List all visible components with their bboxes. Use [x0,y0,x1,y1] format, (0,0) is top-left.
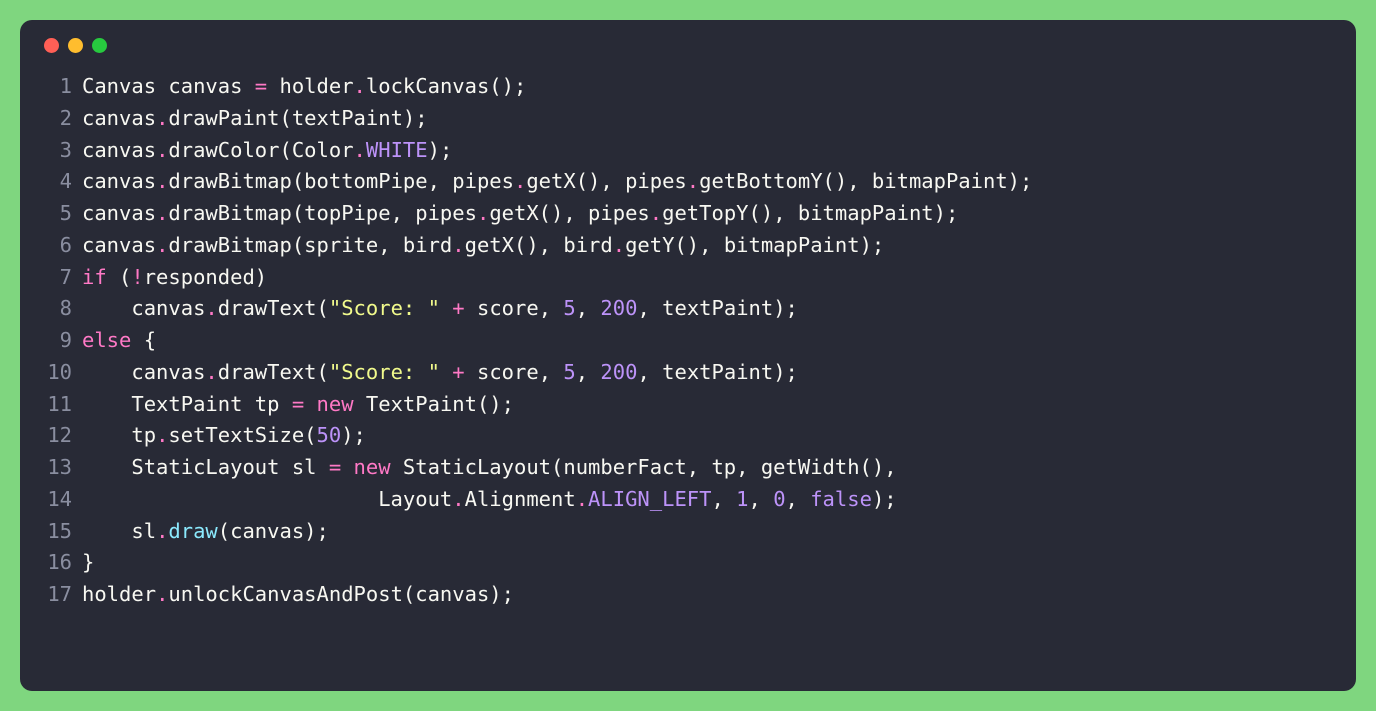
line-content: if (!responded) [82,262,267,294]
line-content: TextPaint tp = new TextPaint(); [82,389,514,421]
line-number: 17 [44,579,72,611]
line-number: 14 [44,484,72,516]
line-number: 8 [44,293,72,325]
line-number: 10 [44,357,72,389]
code-line: 7 if (!responded) [44,262,1332,294]
line-number: 1 [44,71,72,103]
line-content: } [82,547,94,579]
code-line: 15 sl.draw(canvas); [44,516,1332,548]
line-content: canvas.drawPaint(textPaint); [82,103,428,135]
code-editor: 1 Canvas canvas = holder.lockCanvas(); 2 ca… [44,71,1332,611]
line-number: 16 [44,547,72,579]
code-line: 11 TextPaint tp = new TextPaint(); [44,389,1332,421]
close-icon[interactable] [44,38,59,53]
line-number: 12 [44,420,72,452]
window-titlebar [44,38,1332,53]
line-content: canvas.drawBitmap(sprite, bird.getX(), b… [82,230,884,262]
line-content: StaticLayout sl = new StaticLayout(numbe… [82,452,897,484]
line-content: tp.setTextSize(50); [82,420,366,452]
line-content: Canvas canvas = holder.lockCanvas(); [82,71,526,103]
line-content: canvas.drawBitmap(bottomPipe, pipes.getX… [82,166,1032,198]
code-line: 3 canvas.drawColor(Color.WHITE); [44,135,1332,167]
line-number: 7 [44,262,72,294]
code-window: 1 Canvas canvas = holder.lockCanvas(); 2 ca… [20,20,1356,691]
line-content: canvas.drawText("Score: " + score, 5, 20… [82,293,798,325]
line-content: sl.draw(canvas); [82,516,329,548]
line-number: 4 [44,166,72,198]
code-line: 1 Canvas canvas = holder.lockCanvas(); [44,71,1332,103]
code-line: 4 canvas.drawBitmap(bottomPipe, pipes.get… [44,166,1332,198]
code-line: 10 canvas.drawText("Score: " + score, 5,… [44,357,1332,389]
code-line: 5 canvas.drawBitmap(topPipe, pipes.getX()… [44,198,1332,230]
code-line: 14 Layout.Alignment.ALIGN_LEFT, 1, 0, fa… [44,484,1332,516]
line-number: 11 [44,389,72,421]
code-line: 8 canvas.drawText("Score: " + score, 5, … [44,293,1332,325]
line-content: canvas.drawBitmap(topPipe, pipes.getX(),… [82,198,958,230]
line-number: 9 [44,325,72,357]
line-number: 13 [44,452,72,484]
code-line: 6 canvas.drawBitmap(sprite, bird.getX(), … [44,230,1332,262]
line-content: else { [82,325,156,357]
line-content: canvas.drawText("Score: " + score, 5, 20… [82,357,798,389]
minimize-icon[interactable] [68,38,83,53]
line-number: 5 [44,198,72,230]
code-line: 9 else { [44,325,1332,357]
line-content: Layout.Alignment.ALIGN_LEFT, 1, 0, false… [82,484,897,516]
code-line: 17 holder.unlockCanvasAndPost(canvas); [44,579,1332,611]
line-number: 6 [44,230,72,262]
code-line: 16} [44,547,1332,579]
line-number: 2 [44,103,72,135]
code-line: 13 StaticLayout sl = new StaticLayout(nu… [44,452,1332,484]
line-number: 3 [44,135,72,167]
maximize-icon[interactable] [92,38,107,53]
code-line: 12 tp.setTextSize(50); [44,420,1332,452]
line-content: canvas.drawColor(Color.WHITE); [82,135,452,167]
code-line: 2 canvas.drawPaint(textPaint); [44,103,1332,135]
line-number: 15 [44,516,72,548]
line-content: holder.unlockCanvasAndPost(canvas); [82,579,514,611]
